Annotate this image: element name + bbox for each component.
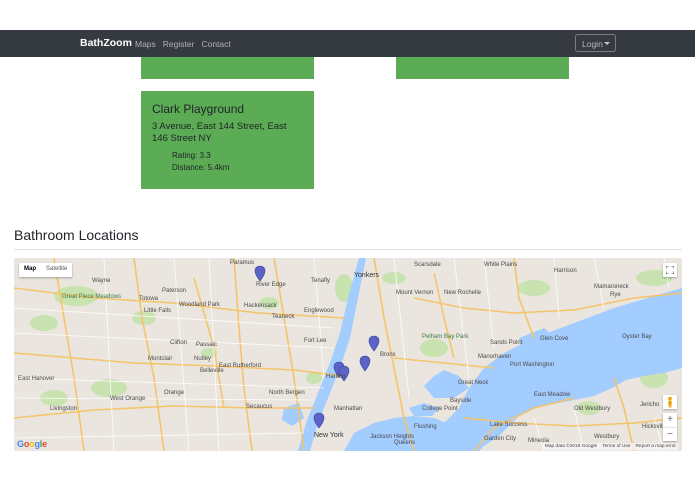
- map-label: East Meadow: [534, 392, 571, 398]
- card-distance: Distance: 5.4km: [172, 162, 230, 172]
- map-label: Jericho: [640, 402, 660, 408]
- map-label: Manorhaven: [478, 354, 512, 360]
- map-view[interactable]: Paramus River Edge Yonkers Mount Vernon …: [14, 258, 682, 451]
- map-label: Garden City: [484, 436, 517, 442]
- location-card-partial-left: [141, 57, 314, 79]
- zoom-control: + −: [663, 413, 677, 441]
- map-type-satellite-button[interactable]: Satellite: [41, 263, 72, 277]
- map-label: Sands Point: [490, 340, 523, 346]
- map-label: Manhattan: [334, 406, 363, 412]
- map-label: Passaic: [196, 342, 218, 348]
- map-data-attribution: Map data ©2018 Google: [544, 444, 598, 449]
- map-label: Old Westbury: [574, 406, 611, 412]
- nav-link-contact[interactable]: Contact: [201, 39, 230, 49]
- map-label: New Rochelle: [444, 290, 482, 296]
- map-label: White Plains: [484, 262, 518, 268]
- divider: [14, 249, 682, 250]
- map-type-control: Map Satellite: [19, 263, 73, 277]
- map-label: Totowa: [139, 296, 159, 302]
- map-label: Paramus: [230, 260, 255, 266]
- map-label: Flushing: [414, 424, 437, 430]
- map-label: Scarsdale: [414, 262, 441, 268]
- map-label: Englewood: [304, 308, 334, 314]
- login-label: Login: [582, 39, 603, 49]
- map-label: Teaneck: [272, 314, 295, 320]
- map-label: Port Washington: [510, 362, 555, 368]
- nav-link-register[interactable]: Register: [163, 39, 195, 49]
- card-title: Clark Playground: [152, 102, 245, 116]
- map-label: Westbury: [594, 434, 620, 440]
- map-label: Nutley: [194, 356, 212, 362]
- brand-logo[interactable]: BathZoom: [80, 37, 132, 49]
- zoom-in-button[interactable]: +: [663, 413, 677, 427]
- report-map-error-link[interactable]: Report a map error: [635, 444, 676, 449]
- navbar: BathZoom Maps Register Contact Login: [0, 30, 695, 57]
- map-label: Paterson: [162, 288, 187, 294]
- map-attribution: Map data ©2018 Google Terms of Use Repor…: [542, 443, 678, 450]
- map-label: Tenafly: [311, 278, 331, 284]
- google-logo[interactable]: Google: [17, 439, 47, 449]
- card-meta: Rating: 3.3 Distance: 5.4km: [152, 150, 303, 173]
- map-label: Clifton: [170, 340, 188, 346]
- map-label: Hackensack: [244, 303, 277, 309]
- section-title: Bathroom Locations: [14, 227, 139, 243]
- map-label: Lake Success: [490, 422, 528, 428]
- map-label: College Point: [422, 406, 458, 412]
- caret-down-icon: [604, 42, 610, 45]
- map-label: Queens: [394, 440, 416, 446]
- location-card: Clark Playground 3 Avenue, East 144 Stre…: [141, 91, 314, 189]
- map-tiles: [14, 258, 682, 451]
- map-label: Harrison: [554, 268, 577, 274]
- card-rating: Rating: 3.3: [172, 151, 211, 160]
- map-label: River Edge: [256, 282, 286, 288]
- nav-links: Maps Register Contact: [135, 39, 231, 49]
- map-label: East Rutherford: [219, 363, 262, 369]
- map-label: East Hanover: [18, 376, 55, 382]
- map-label: Mamaroneck: [594, 284, 629, 290]
- location-card-partial-right: [396, 57, 569, 79]
- map-label: Woodland Park: [179, 302, 220, 308]
- map-label: Great Neck: [458, 380, 489, 386]
- map-label: Livingston: [50, 406, 78, 412]
- map-label: Mount Vernon: [396, 290, 434, 296]
- map-label: Orange: [164, 390, 185, 396]
- map-label: Yonkers: [354, 272, 380, 279]
- map-type-map-button[interactable]: Map: [19, 263, 41, 277]
- pegman-icon: [668, 396, 672, 408]
- map-label: Montclair: [148, 356, 173, 362]
- zoom-out-button[interactable]: −: [663, 427, 677, 441]
- map-label: North Bergen: [269, 390, 305, 396]
- map-label: Bronx: [380, 352, 396, 358]
- map-label: Pelham Bay Park: [422, 334, 469, 340]
- terms-of-use-link[interactable]: Terms of Use: [602, 444, 630, 449]
- fullscreen-button[interactable]: [663, 263, 677, 277]
- map-label: Oyster Bay: [622, 334, 652, 340]
- map-label: Secaucus: [246, 404, 273, 410]
- map-label: West Orange: [110, 396, 146, 402]
- map-label: Wayne: [92, 278, 111, 284]
- map-label: Bayside: [450, 398, 472, 404]
- street-view-pegman-button[interactable]: [663, 395, 677, 409]
- map-label: Harlem: [326, 374, 346, 380]
- map-label: Glen Cove: [540, 336, 569, 342]
- map-label: Rye: [610, 292, 621, 298]
- top-spacer: [0, 0, 695, 30]
- map-label: Great Piece Meadows: [62, 294, 122, 300]
- nav-link-maps[interactable]: Maps: [135, 39, 156, 49]
- map-label: Little Falls: [144, 308, 172, 314]
- login-dropdown-button[interactable]: Login: [575, 34, 616, 52]
- map-label: Fort Lee: [304, 338, 327, 344]
- card-address: 3 Avenue, East 144 Street, East 146 Stre…: [152, 121, 287, 144]
- fullscreen-icon: [666, 266, 674, 274]
- map-label: New York: [314, 432, 344, 439]
